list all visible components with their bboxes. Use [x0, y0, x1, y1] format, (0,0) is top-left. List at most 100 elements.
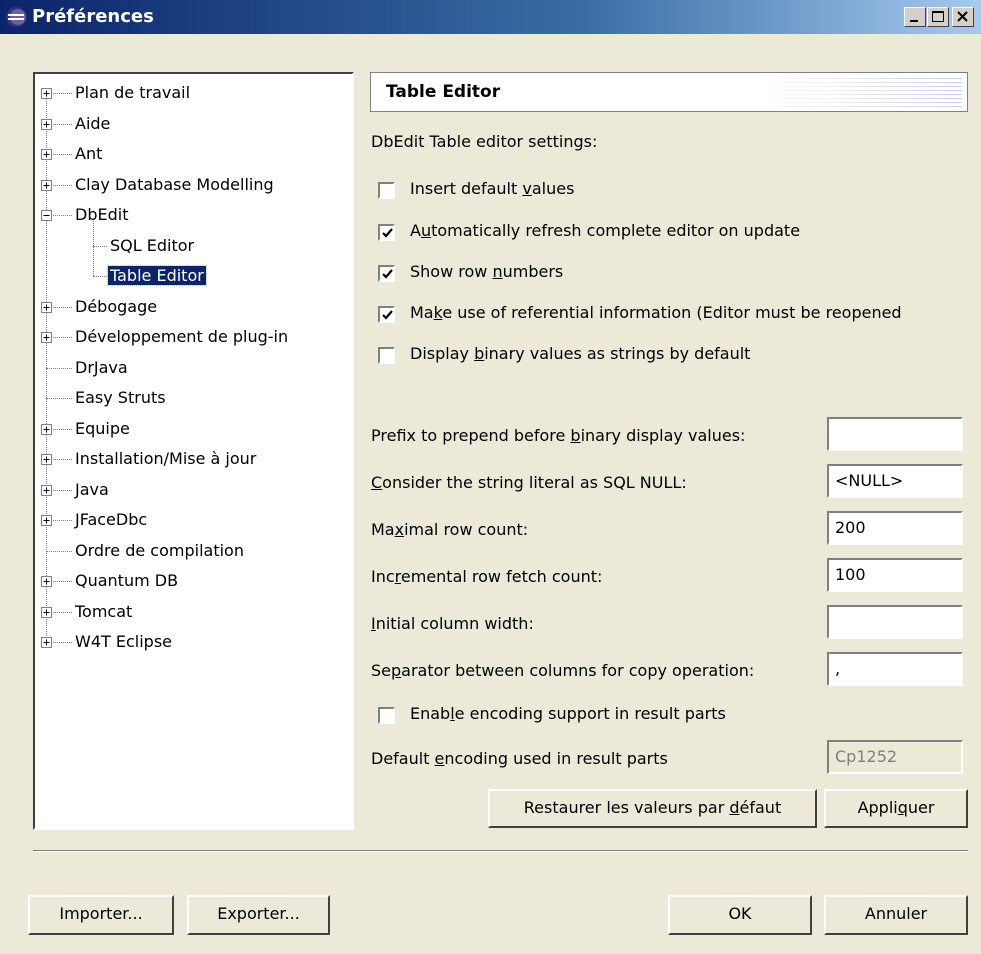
- close-button[interactable]: [952, 7, 974, 27]
- setting-label: Consider the string literal as SQL NULL:: [371, 473, 687, 492]
- footer-separator: [33, 850, 968, 852]
- expand-icon[interactable]: [41, 149, 52, 160]
- import-button[interactable]: Importer...: [28, 895, 174, 935]
- setting-input[interactable]: ,: [827, 652, 963, 686]
- apply-button[interactable]: Appliquer: [824, 789, 968, 828]
- preferences-tree[interactable]: Plan de travail Aide Ant Clay Database Mode…: [33, 72, 354, 830]
- option-checkbox[interactable]: [378, 182, 395, 199]
- expand-icon[interactable]: [41, 332, 52, 343]
- expand-icon[interactable]: [41, 423, 52, 435]
- tree-item-label: Installation/Mise à jour: [75, 449, 257, 468]
- setting-label: Initial column width:: [371, 614, 534, 633]
- collapse-icon[interactable]: [41, 210, 52, 221]
- header-decoration: [762, 77, 962, 107]
- minimize-icon: [910, 20, 918, 22]
- maximize-button[interactable]: [927, 7, 949, 27]
- tree-item-label: Débogage: [75, 296, 158, 316]
- expand-icon[interactable]: [41, 179, 52, 191]
- option-checkbox-label: Insert default values: [410, 179, 575, 198]
- tree-item[interactable]: Ordre de compilation: [73, 536, 246, 566]
- setting-input[interactable]: [827, 417, 963, 451]
- cancel-button[interactable]: Annuler: [824, 895, 968, 935]
- ok-button[interactable]: OK: [668, 895, 812, 935]
- setting-label: Incremental row fetch count:: [371, 567, 603, 586]
- maximize-icon: [932, 11, 944, 22]
- tree-item[interactable]: Ant: [73, 139, 104, 169]
- tree-item-label: DbEdit: [75, 205, 129, 224]
- tree-item[interactable]: Plan de travail: [73, 78, 192, 108]
- tree-item-label: Aide: [75, 113, 111, 133]
- setting-input[interactable]: [827, 605, 963, 639]
- expand-icon[interactable]: [41, 88, 52, 99]
- tree-item-label: Tomcat: [75, 601, 133, 621]
- tree-item-label: Quantum DB: [75, 571, 179, 590]
- tree-item[interactable]: Développement de plug-in: [73, 322, 290, 352]
- tree-item[interactable]: SQL Editor: [108, 231, 196, 261]
- tree-item-label: Easy Struts: [75, 388, 166, 407]
- tree-item-label: Ordre de compilation: [75, 540, 244, 560]
- tree-connector-line: [46, 398, 72, 399]
- tree-item-label: Java: [75, 479, 109, 499]
- expand-icon[interactable]: [41, 576, 52, 587]
- tree-item[interactable]: Débogage: [73, 292, 159, 322]
- tree-item-label: Table Editor: [107, 265, 207, 286]
- tree-item[interactable]: Easy Struts: [73, 383, 168, 413]
- tree-item-label: Ant: [75, 144, 103, 163]
- tree-item[interactable]: W4T Eclipse: [73, 627, 174, 657]
- expand-icon[interactable]: [41, 454, 52, 465]
- default-encoding-label: Default encoding used in result parts: [371, 749, 668, 768]
- page-header: Table Editor: [370, 72, 968, 112]
- expand-icon[interactable]: [41, 118, 52, 130]
- tree-item[interactable]: Equipe: [73, 414, 132, 444]
- checkmark-icon: [382, 310, 393, 320]
- tree-item-label: JFaceDbc: [75, 510, 148, 529]
- option-checkbox[interactable]: [378, 347, 395, 364]
- tree-connector-line: [46, 550, 72, 552]
- enable-encoding-label: Enable encoding support in result parts: [410, 704, 726, 723]
- tree-item-label: W4T Eclipse: [75, 632, 172, 651]
- tree-item[interactable]: JFaceDbc: [73, 505, 149, 535]
- title-bar[interactable]: Préférences: [0, 0, 981, 34]
- tree-item-label: Plan de travail: [75, 83, 191, 102]
- tree-item-label: Equipe: [75, 418, 130, 438]
- option-checkbox[interactable]: [378, 306, 395, 323]
- page-title: Table Editor: [386, 82, 501, 102]
- tree-item-label: Développement de plug-in: [75, 327, 289, 346]
- expand-icon[interactable]: [41, 637, 52, 648]
- preferences-window: Préférences Plan de travail Aide Ant Clay D…: [0, 0, 981, 954]
- setting-input[interactable]: <NULL>: [827, 464, 963, 498]
- option-checkbox-label: Show row numbers: [410, 262, 564, 281]
- expand-icon[interactable]: [41, 301, 52, 313]
- tree-connector-line: [46, 367, 72, 369]
- setting-input[interactable]: 200: [827, 511, 963, 545]
- tree-item[interactable]: DbEdit: [73, 200, 130, 230]
- tree-item[interactable]: DrJava: [73, 353, 130, 383]
- expand-icon[interactable]: [41, 606, 52, 618]
- setting-input[interactable]: 100: [827, 558, 963, 592]
- tree-item[interactable]: Quantum DB: [73, 566, 180, 596]
- expand-icon[interactable]: [41, 484, 52, 496]
- tree-item[interactable]: Installation/Mise à jour: [73, 444, 258, 474]
- restore-defaults-button[interactable]: Restaurer les valeurs par défaut: [488, 789, 817, 828]
- eclipse-icon: [6, 7, 26, 27]
- option-checkbox[interactable]: [378, 265, 395, 282]
- setting-label: Separator between columns for copy opera…: [371, 661, 755, 680]
- tree-connector-line: [93, 245, 107, 247]
- tree-item[interactable]: Java: [73, 475, 111, 505]
- page-description: DbEdit Table editor settings:: [371, 132, 598, 151]
- option-checkbox-label: Display binary values as strings by defa…: [410, 344, 751, 363]
- tree-item[interactable]: Clay Database Modelling: [73, 170, 276, 200]
- expand-icon[interactable]: [41, 515, 52, 526]
- tree-item[interactable]: Aide: [73, 109, 112, 139]
- window-title: Préférences: [32, 6, 154, 27]
- option-checkbox-label: Automatically refresh complete editor on…: [410, 221, 801, 240]
- export-button[interactable]: Exporter...: [187, 895, 330, 935]
- tree-item[interactable]: Tomcat: [73, 597, 134, 627]
- tree-item[interactable]: Table Editor: [107, 261, 207, 291]
- minimize-button[interactable]: [904, 7, 926, 27]
- enable-encoding-checkbox[interactable]: [378, 707, 395, 724]
- tree-item-label: SQL Editor: [110, 235, 195, 255]
- tree-item-label: DrJava: [75, 357, 128, 377]
- default-encoding-field: Cp1252: [827, 740, 963, 774]
- option-checkbox[interactable]: [378, 224, 395, 241]
